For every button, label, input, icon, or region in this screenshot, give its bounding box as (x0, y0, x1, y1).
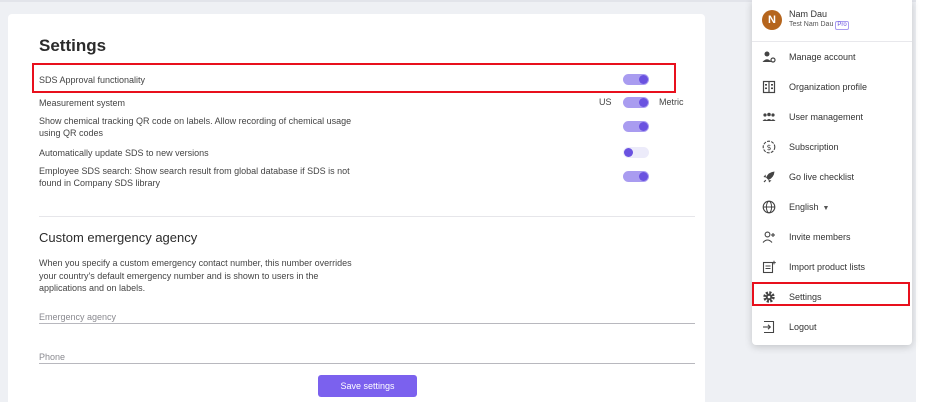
menu-label: Import product lists (789, 262, 866, 272)
settings-highlight (752, 282, 910, 306)
qr-tracking-toggle[interactable] (623, 121, 649, 132)
section-divider (39, 216, 695, 217)
menu-label: Logout (789, 322, 817, 332)
menu-label: Organization profile (789, 82, 868, 92)
measurement-row: Measurement system (39, 97, 369, 109)
menu-item-manage-account[interactable]: Manage account (752, 42, 912, 72)
toggle-knob (639, 122, 648, 131)
qr-tracking-label: Show chemical tracking QR code on labels… (39, 116, 352, 138)
settings-card: Settings SDS Approval functionality Meas… (8, 14, 705, 402)
page-title: Settings (39, 36, 107, 55)
menu-item-subscription[interactable]: $ Subscription (752, 132, 912, 162)
toggle-knob (639, 172, 648, 181)
menu-label: User management (789, 112, 864, 122)
auto-update-toggle[interactable] (623, 147, 649, 158)
import-list-icon (762, 260, 776, 274)
avatar: N (762, 10, 782, 30)
qr-tracking-row: Show chemical tracking QR code on labels… (39, 115, 369, 139)
dollar-icon: $ (762, 140, 776, 154)
sds-approval-row: SDS Approval functionality (39, 74, 369, 86)
add-person-icon (762, 230, 776, 244)
menu-item-user-management[interactable]: User management (752, 102, 912, 132)
emergency-agency-field (39, 307, 695, 324)
measurement-metric-label: Metric (659, 97, 684, 107)
sds-approval-label: SDS Approval functionality (39, 75, 146, 85)
rocket-icon (762, 170, 776, 184)
auto-update-row: Automatically update SDS to new versions (39, 147, 369, 159)
menu-item-invite-members[interactable]: Invite members (752, 222, 912, 252)
menu-label: Manage account (789, 52, 856, 62)
emergency-section-title: Custom emergency agency (39, 230, 198, 245)
menu-item-go-live-checklist[interactable]: Go live checklist (752, 162, 912, 192)
menu-label: Invite members (789, 232, 851, 242)
menu-item-organization-profile[interactable]: Organization profile (752, 72, 912, 102)
menu-label: Subscription (789, 142, 839, 152)
user-organization: Test Nam Dau Pro (789, 21, 849, 30)
building-icon (762, 80, 776, 94)
measurement-label: Measurement system (39, 98, 126, 108)
menu-label: Go live checklist (789, 172, 855, 182)
chevron-down-icon: ▼ (822, 205, 830, 212)
emergency-agency-input[interactable] (39, 312, 695, 322)
employee-search-row: Employee SDS search: Show search result … (39, 165, 369, 189)
users-icon (762, 110, 776, 124)
toggle-knob (624, 148, 633, 157)
phone-input[interactable] (39, 352, 695, 362)
organization-name: Test Nam Dau (789, 21, 834, 28)
plan-badge: Pro (835, 21, 849, 30)
account-dropdown-menu: N Nam Dau Test Nam Dau Pro Manage account… (752, 0, 912, 345)
menu-item-language[interactable]: English ▼ (752, 192, 912, 222)
manage-account-icon (762, 50, 776, 64)
toggle-knob (639, 98, 648, 107)
menu-user-header: N Nam Dau Test Nam Dau Pro (752, 0, 912, 42)
sds-approval-toggle[interactable] (623, 74, 649, 85)
menu-item-import-product-lists[interactable]: Import product lists (752, 252, 912, 282)
save-settings-button[interactable]: Save settings (318, 375, 417, 397)
globe-icon (762, 200, 776, 214)
toggle-knob (639, 75, 648, 84)
right-background (916, 0, 930, 402)
emergency-description: When you specify a custom emergency cont… (39, 258, 352, 293)
svg-text:$: $ (767, 143, 772, 152)
user-name: Nam Dau (789, 9, 828, 19)
language-label: English (789, 202, 819, 212)
auto-update-label: Automatically update SDS to new versions (39, 148, 209, 158)
menu-label: English ▼ (789, 202, 829, 212)
phone-field (39, 347, 695, 364)
employee-search-label: Employee SDS search: Show search result … (39, 166, 350, 188)
menu-item-logout[interactable]: Logout (752, 312, 912, 342)
employee-search-toggle[interactable] (623, 171, 649, 182)
measurement-us-label: US (599, 97, 612, 107)
logout-icon (762, 320, 776, 334)
measurement-toggle[interactable] (623, 97, 649, 108)
